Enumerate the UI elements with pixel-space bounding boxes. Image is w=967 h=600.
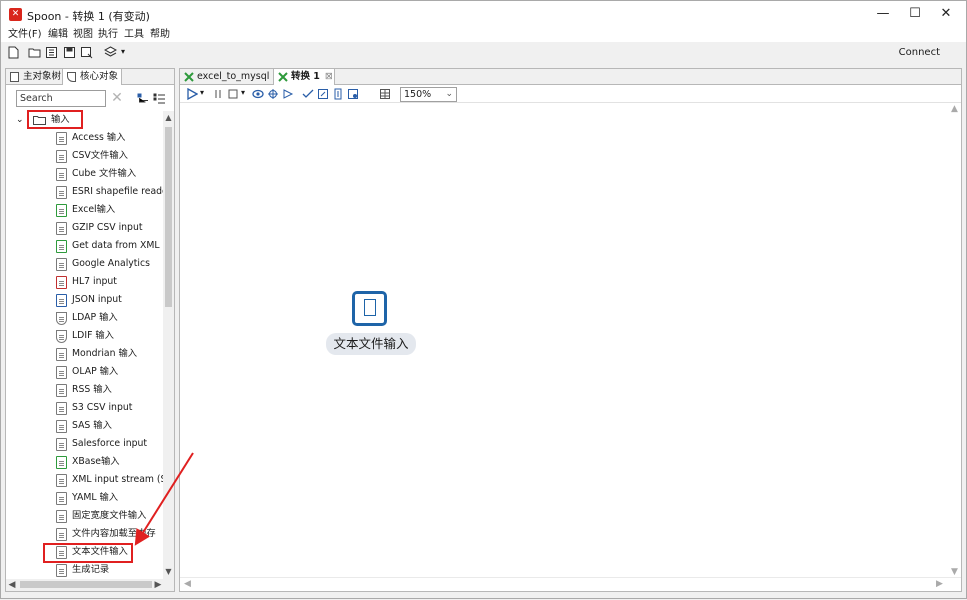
spoon-window: ✕ Spoon - 转换 1 (有变动) — ☐ ✕ 文件(F) 编辑 视图 执…	[0, 0, 967, 599]
annotation-arrow	[134, 452, 194, 546]
